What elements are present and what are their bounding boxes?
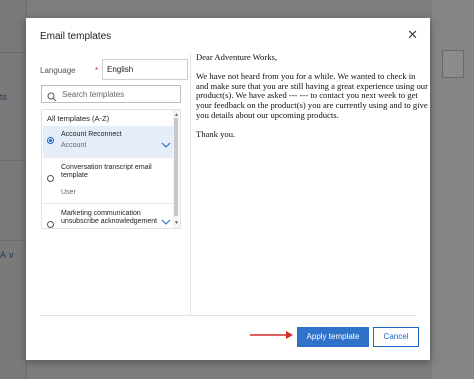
radio-unselected[interactable]: [47, 175, 54, 182]
background-divider: [0, 240, 26, 241]
item-title: Marketing communication unsubscribe ackn…: [61, 210, 158, 225]
red-arrow-annotation: [250, 331, 293, 339]
background-text: ts: [0, 92, 8, 102]
close-icon[interactable]: ✕: [407, 28, 418, 42]
list-header: All templates (A-Z): [47, 114, 110, 123]
background-divider: [0, 160, 26, 161]
radio-unselected[interactable]: [47, 221, 54, 228]
background-text: A ∨: [0, 250, 15, 260]
list-item[interactable]: Marketing communication unsubscribe ackn…: [43, 204, 173, 228]
required-indicator: *: [95, 66, 99, 75]
search-placeholder: Search templates: [62, 90, 125, 99]
item-title: Conversation transcript email template: [61, 164, 152, 179]
background-left-panel: ts A ∨: [0, 0, 27, 379]
cancel-button[interactable]: Cancel: [373, 327, 419, 347]
background-divider: [0, 52, 26, 53]
list-item[interactable]: Conversation transcript email template U…: [43, 158, 173, 204]
apply-template-button[interactable]: Apply template: [297, 327, 369, 347]
email-templates-dialog: Email templates ✕ Language * English Sea…: [26, 18, 430, 360]
scrollbar-thumb[interactable]: [174, 118, 178, 216]
radio-selected[interactable]: [47, 137, 54, 144]
preview-closing: Thank you.: [196, 128, 236, 139]
item-subtitle: User: [61, 189, 76, 196]
scroll-down-icon[interactable]: ▼: [174, 220, 179, 226]
search-icon: [47, 89, 57, 107]
search-templates-input[interactable]: Search templates: [41, 85, 181, 103]
list-scrollbar[interactable]: ▲ ▼: [173, 110, 179, 228]
language-label: Language: [40, 66, 76, 75]
item-subtitle: Account: [61, 142, 87, 149]
footer-divider: [40, 315, 416, 316]
dialog-title: Email templates: [40, 31, 112, 42]
preview-greeting: Dear Adventure Works,: [196, 52, 278, 62]
panel-divider: [190, 53, 191, 315]
list-item[interactable]: Account Reconnect Account: [43, 126, 173, 158]
templates-list: All templates (A-Z) Account Reconnect Ac…: [41, 109, 181, 229]
background-right-panel: [432, 0, 474, 379]
item-title: Account Reconnect: [61, 131, 122, 138]
chevron-down-icon[interactable]: [161, 213, 171, 228]
template-preview: Dear Adventure Works, We have not heard …: [196, 52, 428, 315]
preview-body: We have not heard from you for a while. …: [196, 70, 428, 120]
chevron-down-icon[interactable]: [161, 136, 171, 154]
language-field[interactable]: English: [102, 59, 188, 80]
background-box: [442, 50, 464, 78]
